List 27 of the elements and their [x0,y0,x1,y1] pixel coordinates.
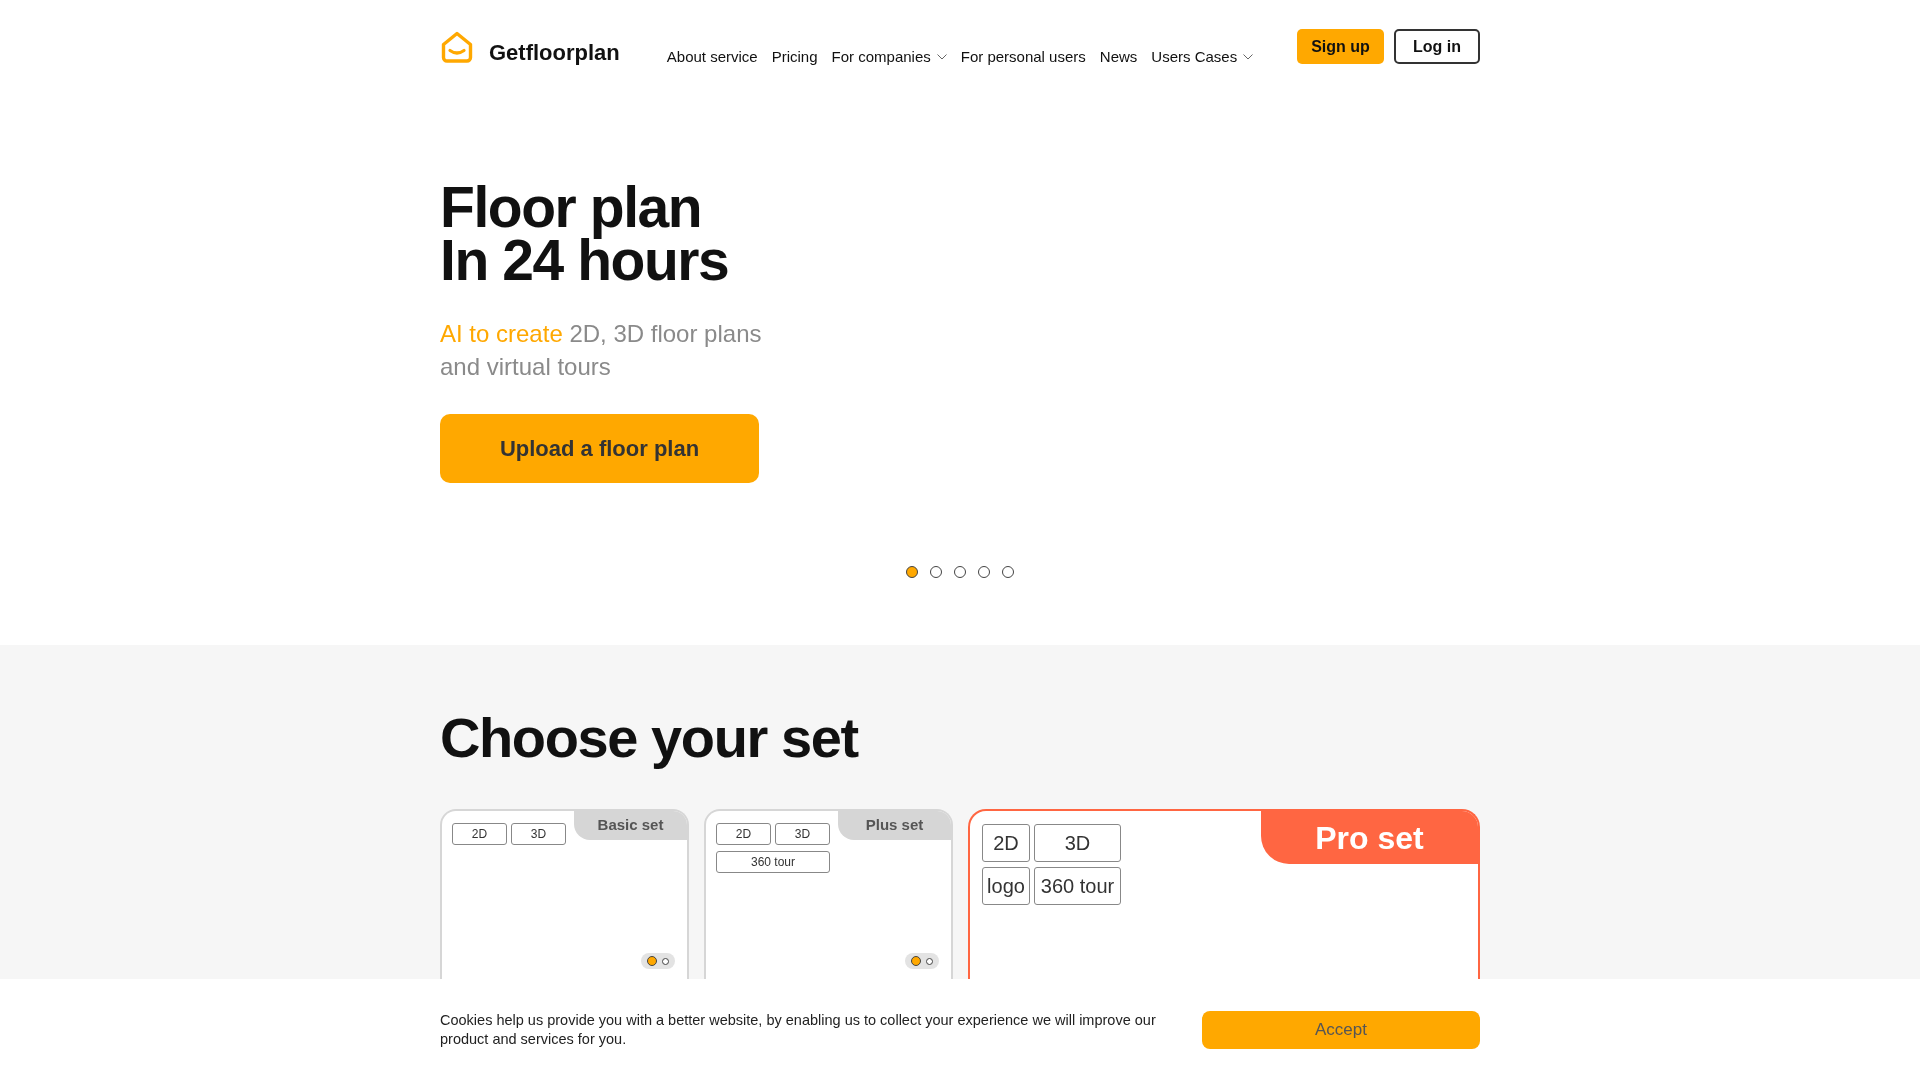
feature-tag: 360 tour [716,851,830,873]
cookie-text: Cookies help us provide you with a better website, by enabling us to collect your experience we will improve our product and services for you. [440,1010,1157,1049]
nav-link[interactable]: News [1099,47,1138,67]
house-logo-icon [440,30,474,64]
feature-tag: logo [982,867,1030,905]
set-name-label: Basic set [574,811,687,840]
nav-link[interactable]: For personal users [960,47,1086,67]
nav-link[interactable]: Pricing [771,47,818,67]
feature-tag: 2D [452,823,507,845]
hero-subtitle: AI to create 2D, 3D floor plans and virtual tours [440,319,763,382]
feature-tag: 3D [1034,824,1121,862]
nav-link[interactable]: For companies [831,47,947,67]
logo-link[interactable]: Getfloorplan [440,29,620,67]
feature-tag: 3D [775,823,830,845]
feature-tag: 360 tour [1034,867,1121,905]
hero-title: Floor plan In 24 hours [440,181,729,287]
feature-tag: 2D [716,823,771,845]
log-in-button[interactable]: Log in [1394,29,1480,64]
feature-tag: 3D [511,823,566,845]
upload-floor-plan-button[interactable]: Upload a floor plan [440,414,759,483]
set-name-label: Plus set [838,811,951,840]
accept-button[interactable]: Accept [1202,1010,1480,1049]
feature-tag: 2D [982,824,1030,862]
sign-up-button[interactable]: Sign up [1297,29,1384,64]
set-name-label: Pro set [1261,811,1478,864]
nav-link[interactable]: Users Cases [1151,47,1254,67]
nav-link[interactable]: About service [666,47,758,67]
